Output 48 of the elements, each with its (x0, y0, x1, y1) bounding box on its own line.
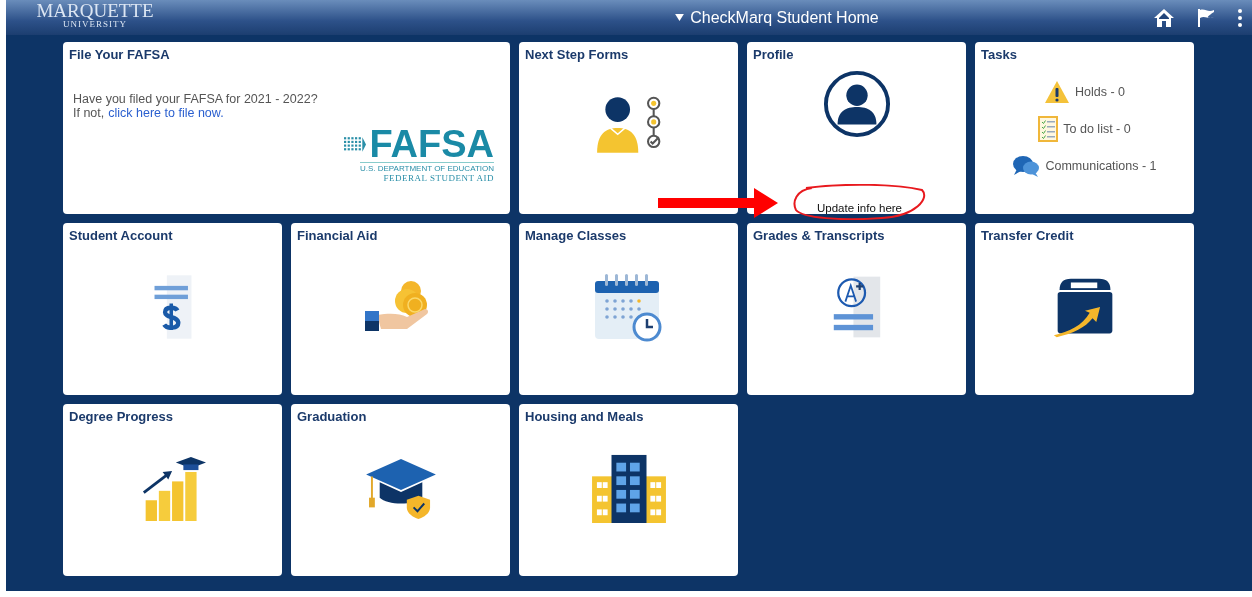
checklist-icon (1038, 116, 1059, 142)
task-label[interactable]: To do list - 0 (1063, 122, 1131, 136)
fafsa-logo-line: U.S. DEPARTMENT OF EDUCATION (359, 162, 494, 173)
fafsa-logo-line: FEDERAL STUDENT AID (383, 173, 494, 183)
tile[interactable]: File Your FAFSA Have you filed your FAFSA for 2021 - 2022? If not, click here to file now. FAFSA U.S. DEPARTMENT OF EDUCATION FEDERAL STUDENT AID (63, 42, 510, 214)
fafsa-prompt: If not, (73, 106, 105, 120)
logo-subtitle: UNIVERSITY (63, 19, 127, 29)
tile-title: File Your FAFSA (68, 46, 171, 62)
update-info-link[interactable]: Update info here (816, 202, 902, 214)
tile[interactable]: Tasks Holds - 0 To do list - 0 Communications - 1 (975, 42, 1194, 214)
tile-title: Degree Progress (68, 408, 175, 424)
chat-bubbles-icon (1012, 154, 1041, 178)
caret-icon[interactable] (675, 14, 685, 21)
tile-title: Graduation (296, 408, 368, 424)
warning-icon (1044, 80, 1070, 104)
task-label[interactable]: Communications - 1 (1045, 159, 1157, 173)
more-options-icon[interactable] (1238, 8, 1242, 27)
tile-title: Transfer Credit (980, 227, 1075, 243)
tile-title: Tasks (980, 46, 1018, 62)
logo-name: MARQUETTE (36, 0, 154, 20)
tile[interactable]: Manage Classes (519, 223, 738, 395)
file-now-link[interactable]: click here to file now. (108, 106, 224, 120)
tile[interactable]: Housing and Meals (519, 404, 738, 576)
fafsa-question: Have you filed your FAFSA for 2021 - 2022? (73, 92, 319, 106)
page-title[interactable]: CheckMarq Student Home (690, 8, 879, 27)
graduation-cap-icon (363, 457, 438, 519)
tile-title: Grades & Transcripts (752, 227, 886, 243)
tile-title: Financial Aid (296, 227, 379, 243)
tile[interactable]: Transfer Credit (975, 223, 1194, 395)
task-label[interactable]: Holds - 0 (1075, 85, 1125, 99)
user-avatar-icon (822, 70, 891, 138)
building-icon (589, 453, 668, 523)
tile[interactable]: Financial Aid (291, 223, 510, 395)
home-icon[interactable] (1154, 7, 1174, 28)
flag-icon[interactable] (1196, 7, 1216, 28)
tile-title: Manage Classes (524, 227, 628, 243)
tile-title: Profile (752, 46, 795, 62)
tile-title: Next Step Forms (524, 46, 630, 62)
tile[interactable]: Next Step Forms (519, 42, 738, 214)
tile[interactable]: Grades & Transcripts (747, 223, 966, 395)
tile[interactable]: Degree Progress (63, 404, 282, 576)
tile[interactable]: Profile Update info here (747, 42, 966, 214)
tile[interactable]: Graduation (291, 404, 510, 576)
tile-title: Student Account (68, 227, 174, 243)
arrow-dots-icon (344, 136, 367, 152)
fafsa-logo-word: FAFSA (369, 126, 494, 162)
tile[interactable]: Student Account (63, 223, 282, 395)
tile-title: Housing and Meals (524, 408, 645, 424)
